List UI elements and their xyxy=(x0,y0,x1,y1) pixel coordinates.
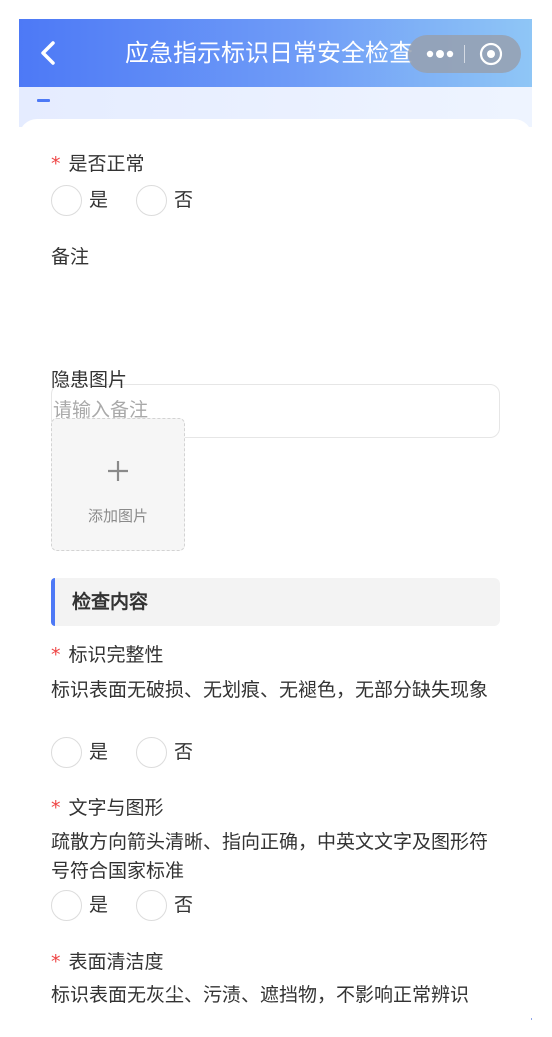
normal-label: * 是否正常 xyxy=(51,151,145,177)
text-graphic-yes-label[interactable]: 是 xyxy=(89,892,108,918)
section-accent-bar xyxy=(51,578,55,626)
required-mark: * xyxy=(51,951,61,973)
normal-yes-label[interactable]: 是 xyxy=(89,187,108,213)
plus-icon xyxy=(108,461,128,481)
back-button[interactable] xyxy=(33,37,65,69)
required-mark: * xyxy=(51,797,61,819)
required-mark: * xyxy=(51,153,61,175)
more-dots-icon xyxy=(426,50,454,58)
photo-label: 隐患图片 xyxy=(51,369,128,391)
miniprogram-capsule xyxy=(408,35,521,73)
target-close-icon xyxy=(479,42,503,66)
check-desc-text-graphic: 疏散方向箭头清晰、指向正确，中英文文字及图形符号符合国家标准 xyxy=(51,831,489,882)
remark-label: 备注 xyxy=(51,246,90,268)
check-title-text: 文字与图形 xyxy=(68,797,164,819)
integrity-yes-radio[interactable] xyxy=(51,737,82,768)
check-desc-integrity: 标识表面无破损、无划痕、无褪色，无部分缺失现象 xyxy=(51,679,489,701)
section-header: 检查内容 xyxy=(51,578,500,626)
chevron-left-icon xyxy=(41,41,55,65)
integrity-no-radio[interactable] xyxy=(136,737,167,768)
check-title-text: 表面清洁度 xyxy=(68,951,164,973)
nav-header: 应急指示标识日常安全检查 xyxy=(19,19,532,87)
section-title: 检查内容 xyxy=(72,591,149,613)
check-title-text-graphic: * 文字与图形 xyxy=(51,795,164,821)
integrity-yes-label[interactable]: 是 xyxy=(89,739,108,765)
text-graphic-no-label[interactable]: 否 xyxy=(174,892,193,918)
form-card: *是否正常 是 否 备注 隐患图片 添加图片 检查内容 *标识完整性 标识 xyxy=(19,119,532,1018)
phone-screen: 应急指示标识日常安全检查 * 是否正常 是 否 备注 请输入备注 隐患图片 添加… xyxy=(19,19,532,1018)
more-button[interactable] xyxy=(422,35,458,73)
check-desc-cleanliness: 标识表面无灰尘、污渍、遮挡物，不影响正常辨识 xyxy=(51,984,470,1006)
text-graphic-yes-radio[interactable] xyxy=(51,890,82,921)
page-title: 应急指示标识日常安全检查 xyxy=(125,39,413,67)
add-photo-button[interactable]: 添加图片 xyxy=(51,418,185,551)
check-title-integrity: * 标识完整性 xyxy=(51,642,164,668)
integrity-no-label[interactable]: 否 xyxy=(174,739,193,765)
text-graphic-no-radio[interactable] xyxy=(136,890,167,921)
capsule-divider xyxy=(464,45,465,63)
add-photo-label: 添加图片 xyxy=(87,507,148,525)
check-title-text: 标识完整性 xyxy=(68,644,164,666)
normal-no-label[interactable]: 否 xyxy=(174,187,193,213)
header-indicator xyxy=(37,99,50,102)
normal-no-radio[interactable] xyxy=(136,185,167,216)
check-title-cleanliness: * 表面清洁度 xyxy=(51,949,164,975)
normal-label-text: 是否正常 xyxy=(68,153,145,175)
normal-yes-radio[interactable] xyxy=(51,185,82,216)
required-mark: * xyxy=(51,644,61,666)
close-button[interactable] xyxy=(476,39,506,69)
